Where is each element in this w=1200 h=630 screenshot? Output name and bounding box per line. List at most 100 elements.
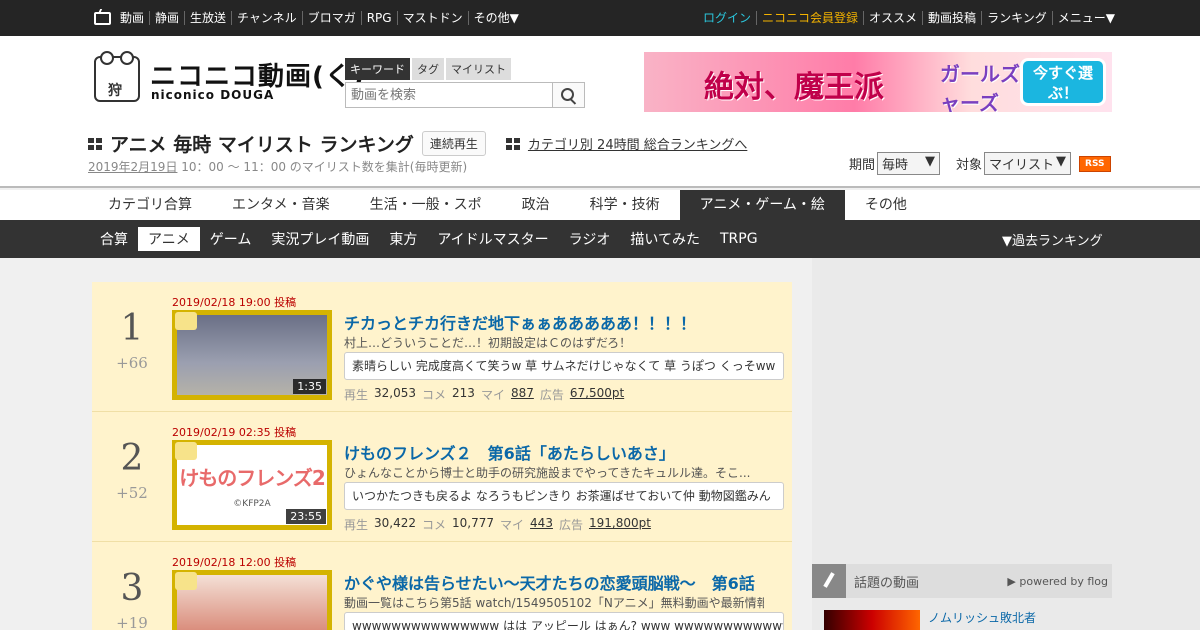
nav-other[interactable]: その他▼ [467, 11, 524, 25]
video-length: 1:35 [293, 379, 326, 394]
subtab-drawing[interactable]: 描いてみた [620, 227, 710, 251]
ad-banner[interactable]: 絶対、魔王派 ガールズクリーチャーズ 今すぐ選ぶ！ [644, 52, 1112, 112]
thumbnail-credit: ©KFP2A [233, 498, 271, 509]
nav-channel[interactable]: チャンネル [231, 11, 302, 25]
comment-preview: いつかたつきも戻るよ なろうもピンきり お茶運ばせておいて仲 動物図鑑みん [344, 482, 784, 510]
video-title[interactable]: けものフレンズ２ 第6話「あたらしいあさ」 [344, 440, 675, 464]
clapper-icon [175, 572, 197, 590]
subtab-anime[interactable]: アニメ [138, 227, 200, 251]
sidebar: 話題の動画 ▶ powered by flog ノムリッシュ敗北者 [812, 258, 1200, 630]
ad-label: 広告 [539, 388, 564, 402]
dropdown-arrow-icon: ▼ [925, 154, 936, 169]
login-link[interactable]: ログイン [698, 11, 756, 25]
target-select-value: マイリスト [989, 158, 1055, 173]
page-header: 狩 ニコニコ動画(く) niconico DOUGA キーワード タグ マイリス… [0, 36, 1200, 188]
subtab-trpg[interactable]: TRPG [710, 229, 768, 249]
nav-ranking[interactable]: ランキング [981, 11, 1052, 25]
list-item: 1 +66 2019/02/18 19:00 投稿 1:35 チカっとチカ行きだ… [92, 282, 792, 412]
mylists-label: マイ [500, 518, 525, 532]
top-nav-right: ログイン ニコニコ会員登録 オススメ 動画投稿 ランキング メニュー▼ [698, 0, 1120, 36]
top-nav-left: 動画 静画 生放送 チャンネル ブロマガ RPG マストドン その他▼ [94, 0, 524, 36]
subtab-lets-play[interactable]: 実況プレイ動画 [261, 227, 379, 251]
tab-life[interactable]: 生活・一般・スポ [350, 190, 502, 220]
target-select[interactable]: マイリスト ▼ [984, 152, 1072, 175]
ranking-controls: 期間 毎時 ▼ 対象 マイリスト ▼ RSS [849, 152, 1111, 175]
video-thumbnail[interactable] [172, 570, 332, 630]
ad-points-link[interactable]: 191,800pt [589, 516, 651, 533]
subtab-all[interactable]: 合算 [90, 227, 138, 251]
category-tabs: カテゴリ合算 エンタメ・音楽 生活・一般・スポ 政治 科学・技術 アニメ・ゲーム… [0, 190, 1200, 220]
banner-cta-button[interactable]: 今すぐ選ぶ！ [1020, 58, 1106, 106]
top-navigation-bar: 動画 静画 生放送 チャンネル ブロマガ RPG マストドン その他▼ ログイン… [0, 0, 1200, 36]
tab-all-categories[interactable]: カテゴリ合算 [88, 190, 212, 220]
post-date: 2019/02/18 19:00 投稿 [172, 296, 297, 309]
category-ranking-link[interactable]: カテゴリ別 24時間 総合ランキングへ [505, 134, 747, 153]
nav-seiga[interactable]: 静画 [149, 11, 184, 25]
logo-subtext: niconico DOUGA [151, 88, 275, 102]
period-text: 10：00 ～ 11：00 のマイリスト数を集計(毎時更新) [177, 160, 468, 174]
continuous-play-button[interactable]: 連続再生 [421, 131, 486, 156]
past-ranking-link[interactable]: ▼過去ランキング [1002, 230, 1103, 249]
subtab-touhou[interactable]: 東方 [379, 227, 427, 251]
video-thumbnail[interactable]: 1:35 [172, 310, 332, 400]
period-date-link[interactable]: 2019年2月19日 [88, 160, 177, 174]
grid-icon [505, 137, 522, 150]
rss-button[interactable]: RSS [1079, 155, 1111, 172]
video-stats: 再生 30,422 コメ 10,777 マイ 443 広告 191,800pt [344, 516, 651, 533]
nav-douga[interactable]: 動画 [115, 11, 149, 25]
niconico-logo[interactable]: 狩 ニコニコ動画(く) niconico DOUGA [94, 51, 364, 106]
topic-video-title[interactable]: ノムリッシュ敗北者 [928, 609, 1036, 626]
tab-anime-game[interactable]: アニメ・ゲーム・絵 [679, 190, 845, 220]
search-icon[interactable] [553, 82, 585, 108]
period-select[interactable]: 毎時 ▼ [877, 152, 941, 175]
subtab-game[interactable]: ゲーム [200, 227, 262, 251]
topic-video-thumbnail[interactable] [824, 610, 920, 630]
subcategory-tabs: 合算 アニメ ゲーム 実況プレイ動画 東方 アイドルマスター ラジオ 描いてみた… [0, 220, 1200, 258]
target-label: 対象 [956, 158, 983, 173]
tab-politics[interactable]: 政治 [502, 190, 570, 220]
logo-mascot-icon: 狩 [94, 51, 140, 102]
ad-label: 広告 [558, 518, 583, 532]
video-description: 村上…どういうことだ…！初期設定はＣのはずだろ！ [344, 336, 632, 350]
niconico-tv-icon[interactable] [94, 11, 111, 25]
search-input[interactable] [345, 82, 553, 108]
subtab-idolmaster[interactable]: アイドルマスター [427, 227, 558, 251]
topic-videos-header: 話題の動画 ▶ powered by flog [812, 564, 1112, 598]
pen-icon [812, 564, 846, 598]
nav-rpg[interactable]: RPG [360, 11, 397, 25]
tab-entertainment[interactable]: エンタメ・音楽 [212, 190, 350, 220]
views-label: 再生 [344, 388, 369, 402]
mylists-count-link[interactable]: 443 [530, 516, 553, 533]
grid-icon [88, 137, 104, 150]
nav-blomaga[interactable]: ブロマガ [301, 11, 361, 25]
nav-recommend[interactable]: オススメ [863, 11, 922, 25]
views-count: 32,053 [374, 386, 417, 400]
nav-mastodon[interactable]: マストドン [396, 11, 468, 25]
video-title[interactable]: チカっとチカ行きだ地下ぁぁあああああ！！！！ [344, 310, 696, 334]
search-tab-mylist[interactable]: マイリスト [446, 58, 511, 80]
tab-science[interactable]: 科学・技術 [570, 190, 680, 220]
post-date: 2019/02/19 02:35 投稿 [172, 426, 297, 439]
rank-number: 1 [120, 308, 144, 349]
search-tab-keyword[interactable]: キーワード [345, 58, 410, 80]
subtab-radio[interactable]: ラジオ [559, 227, 621, 251]
search-tabs: キーワード タグ マイリスト [345, 58, 585, 80]
video-thumbnail[interactable]: けものフレンズ2 ©KFP2A 23:55 [172, 440, 332, 530]
nav-menu[interactable]: メニュー▼ [1051, 11, 1120, 25]
nav-upload[interactable]: 動画投稿 [922, 11, 981, 25]
ad-points-link[interactable]: 67,500pt [570, 386, 624, 403]
search-tab-tag[interactable]: タグ [412, 58, 444, 80]
nav-live[interactable]: 生放送 [184, 11, 231, 25]
video-title[interactable]: かぐや様は告らせたい～天才たちの恋愛頭脳戦～ 第6話 [344, 570, 755, 594]
search-area: キーワード タグ マイリスト [345, 58, 585, 108]
mylists-count-link[interactable]: 887 [511, 386, 534, 403]
powered-by-link[interactable]: ▶ powered by flog [1007, 575, 1108, 588]
video-description: 動画一覧はこちら第5話 watch/1549505102「Nアニメ」無料動画や最… [344, 596, 764, 610]
video-stats: 再生 32,053 コメ 213 マイ 887 広告 67,500pt [344, 386, 624, 403]
ranking-heading: アニメ 毎時 マイリスト ランキング 連続再生 カテゴリ別 24時間 総合ランキ… [88, 130, 747, 157]
tab-other[interactable]: その他 [845, 190, 927, 220]
register-link[interactable]: ニコニコ会員登録 [756, 11, 863, 25]
clapper-icon [175, 312, 197, 330]
list-item: 2 +52 2019/02/19 02:35 投稿 けものフレンズ2 ©KFP2… [92, 412, 792, 542]
comment-preview: wwwwwwwwwwwwwww はは アッピール はぁん? www wwwwww… [344, 612, 784, 630]
